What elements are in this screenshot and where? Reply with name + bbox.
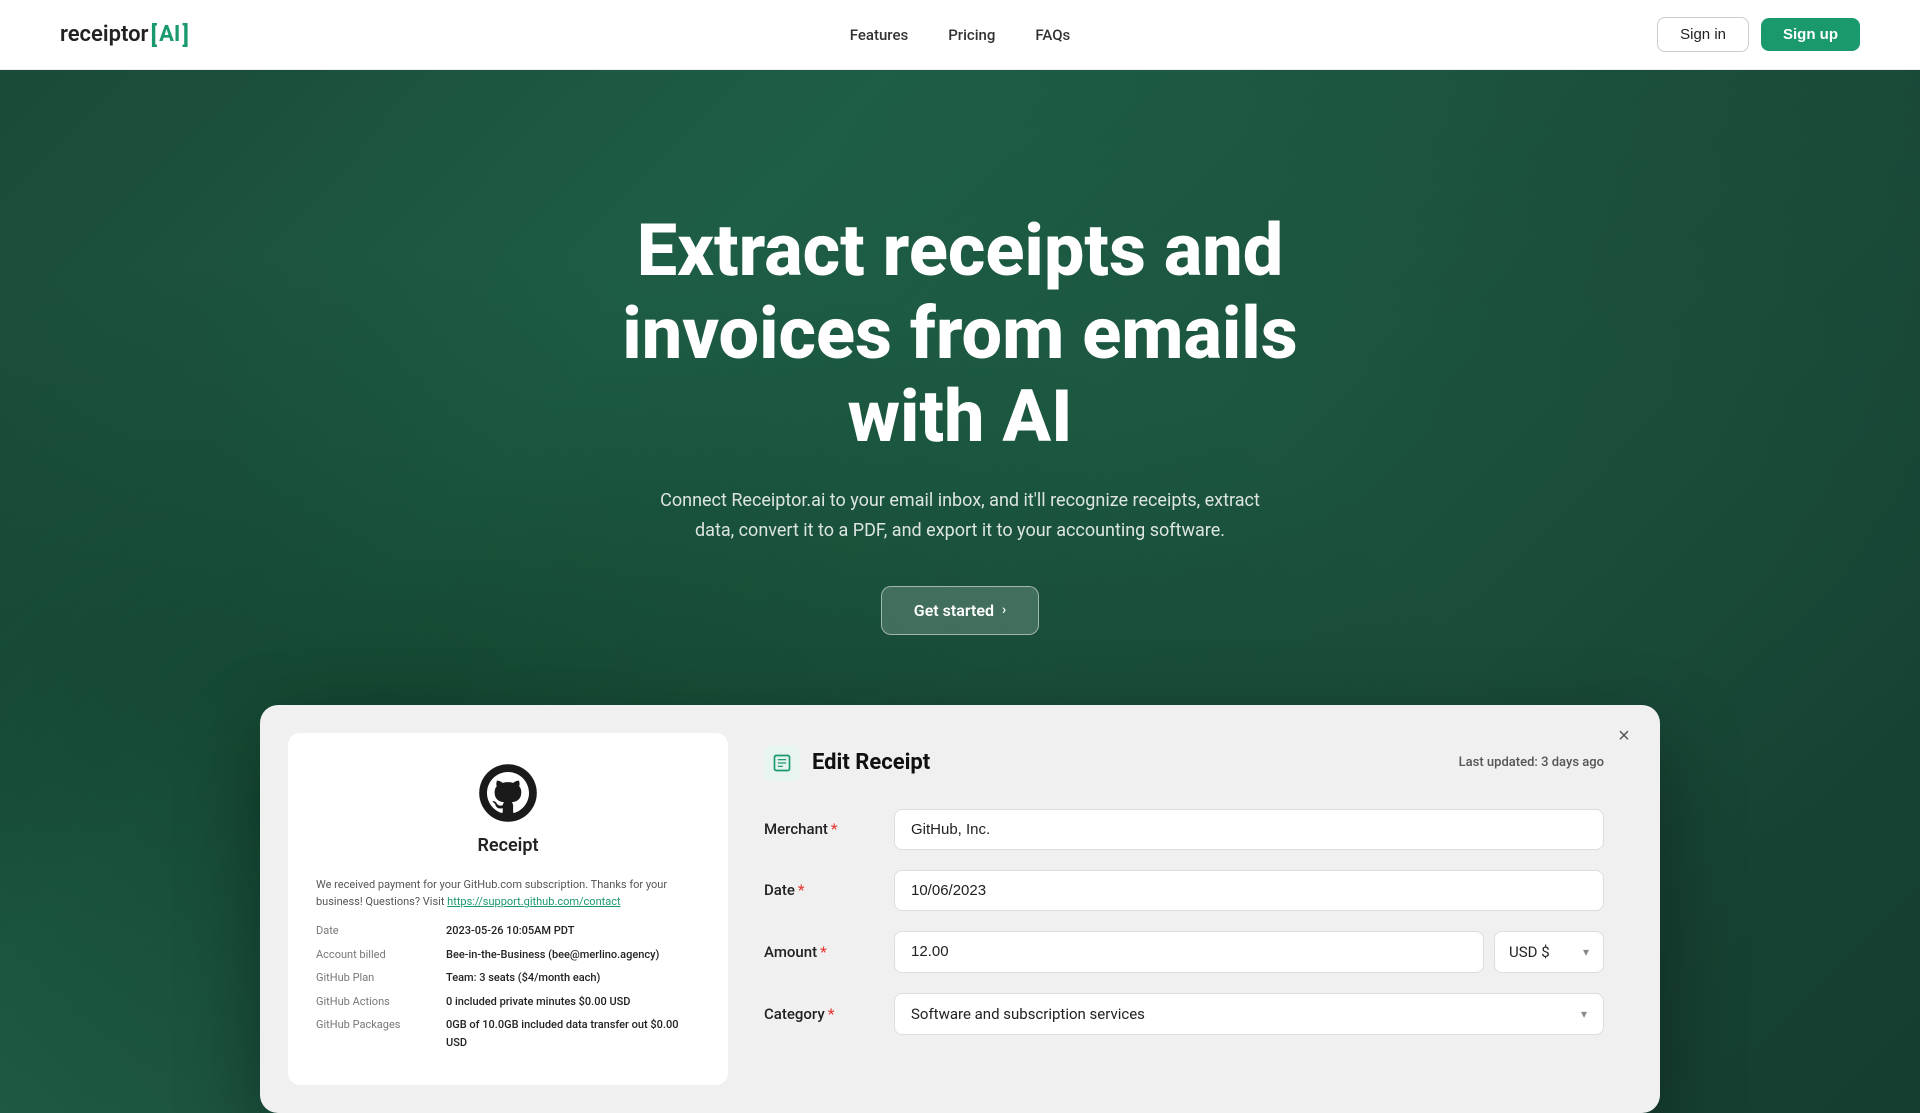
category-chevron-icon: ▾ — [1581, 1007, 1587, 1021]
nav-pricing[interactable]: Pricing — [948, 26, 995, 44]
nav-actions: Sign in Sign up — [1657, 17, 1860, 52]
edit-title-row: Edit Receipt — [764, 745, 930, 781]
logo-bracket-open: [ — [150, 21, 157, 49]
logo-text: receiptor — [60, 22, 148, 47]
currency-chevron-icon: ▾ — [1583, 945, 1589, 959]
amount-row: USD $ ▾ — [894, 931, 1604, 973]
edit-receipt-icon — [764, 745, 800, 781]
receipt-body: We received payment for your GitHub.com … — [316, 876, 700, 911]
category-select[interactable]: Software and subscription services ▾ — [894, 993, 1604, 1035]
signup-button[interactable]: Sign up — [1761, 18, 1860, 51]
category-label: Category* — [764, 1005, 894, 1023]
hero-title: Extract receipts and invoices from email… — [560, 210, 1360, 458]
merchant-field: Merchant* — [764, 809, 1604, 850]
amount-field: Amount* USD $ ▾ — [764, 931, 1604, 973]
amount-label: Amount* — [764, 943, 894, 961]
navbar: receiptor[AI] Features Pricing FAQs Sign… — [0, 0, 1920, 70]
nav-features[interactable]: Features — [850, 26, 908, 44]
arrow-icon: › — [1002, 602, 1006, 618]
receipt-title: Receipt — [477, 835, 538, 856]
merchant-label: Merchant* — [764, 820, 894, 838]
receipt-row: GitHub Actions0 included private minutes… — [316, 990, 700, 1014]
merchant-input[interactable] — [894, 809, 1604, 850]
demo-card: × Receipt We received payment for your G… — [260, 705, 1660, 1113]
receipt-content: We received payment for your GitHub.com … — [316, 876, 700, 1055]
date-input[interactable] — [894, 870, 1604, 911]
amount-required: * — [820, 943, 827, 961]
logo-bracket-close: ] — [182, 21, 189, 49]
nav-faqs[interactable]: FAQs — [1035, 26, 1070, 44]
hero-section: Extract receipts and invoices from email… — [0, 70, 1920, 1113]
currency-value: USD $ — [1509, 943, 1550, 961]
receipt-row: Account billedBee-in-the-Business (bee@m… — [316, 943, 700, 967]
github-logo-icon — [478, 763, 538, 823]
currency-select[interactable]: USD $ ▾ — [1494, 931, 1604, 973]
date-required: * — [798, 881, 805, 899]
edit-header: Edit Receipt Last updated: 3 days ago — [764, 745, 1604, 781]
logo-ai: AI — [159, 22, 180, 47]
signin-button[interactable]: Sign in — [1657, 17, 1749, 52]
receipt-table: Date2023-05-26 10:05AM PDTAccount billed… — [316, 919, 700, 1055]
merchant-required: * — [831, 820, 838, 838]
amount-input[interactable] — [894, 931, 1484, 973]
nav-links: Features Pricing FAQs — [850, 25, 1071, 44]
get-started-label: Get started — [914, 601, 994, 620]
hero-subtitle: Connect Receiptor.ai to your email inbox… — [650, 486, 1270, 545]
receipt-link[interactable]: https://support.github.com/contact — [447, 895, 620, 908]
logo[interactable]: receiptor[AI] — [60, 21, 189, 49]
hero-text: Extract receipts and invoices from email… — [540, 210, 1380, 635]
edit-title: Edit Receipt — [812, 750, 930, 775]
get-started-button[interactable]: Get started › — [881, 586, 1039, 635]
category-value: Software and subscription services — [911, 1005, 1145, 1023]
date-field: Date* — [764, 870, 1604, 911]
receipt-panel: Receipt We received payment for your Git… — [288, 733, 728, 1085]
date-label: Date* — [764, 881, 894, 899]
receipt-row: GitHub PlanTeam: 3 seats ($4/month each) — [316, 966, 700, 990]
category-field: Category* Software and subscription serv… — [764, 993, 1604, 1035]
edit-panel: Edit Receipt Last updated: 3 days ago Me… — [728, 733, 1632, 1085]
close-button[interactable]: × — [1608, 721, 1640, 753]
receipt-row: GitHub Packages0GB of 10.0GB included da… — [316, 1013, 700, 1054]
receipt-row: Date2023-05-26 10:05AM PDT — [316, 919, 700, 943]
category-required: * — [828, 1005, 835, 1023]
last-updated: Last updated: 3 days ago — [1459, 755, 1604, 770]
